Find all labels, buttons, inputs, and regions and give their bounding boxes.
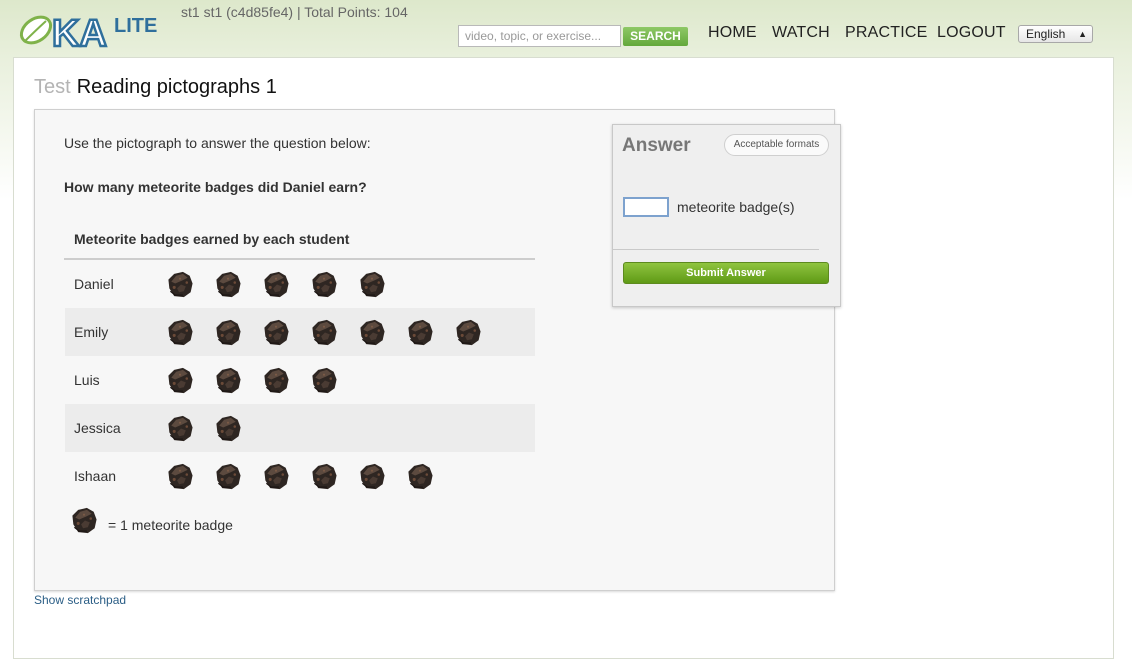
- meteorite-icon: [165, 462, 195, 491]
- svg-text:KA: KA: [52, 13, 107, 50]
- pictograph-key: = 1 meteorite badge: [108, 517, 233, 533]
- meteorite-icon: [309, 270, 339, 299]
- language-select[interactable]: English ▲︎: [1018, 25, 1093, 43]
- leaf-icon: [19, 15, 53, 45]
- meteorite-icon: [261, 462, 291, 491]
- answer-unit: meteorite badge(s): [677, 199, 795, 215]
- page-title-prefix: Test: [34, 76, 71, 98]
- pictograph-row: Jessica: [65, 404, 535, 452]
- nav-practice[interactable]: PRACTICE: [845, 24, 928, 42]
- meteorite-icon: [213, 270, 243, 299]
- student-name: Luis: [74, 372, 100, 388]
- question-text: How many meteorite badges did Daniel ear…: [64, 179, 367, 195]
- meteorite-icon: [357, 462, 387, 491]
- meteorite-icon: [261, 366, 291, 395]
- submit-answer-button[interactable]: Submit Answer: [623, 262, 829, 284]
- meteorite-icon: [261, 270, 291, 299]
- meteorite-icon: [165, 270, 195, 299]
- nav-logout[interactable]: LOGOUT: [937, 24, 1006, 42]
- pictograph-row: Daniel: [65, 260, 535, 308]
- search-button[interactable]: SEARCH: [623, 27, 688, 46]
- user-info: st1 st1 (c4d85fe4) | Total Points: 104: [181, 4, 408, 20]
- meteorite-icon: [165, 366, 195, 395]
- nav-watch[interactable]: WATCH: [772, 24, 830, 42]
- meteorite-icon: [261, 318, 291, 347]
- meteorite-icon: [405, 318, 435, 347]
- pictograph-row: Luis: [65, 356, 535, 404]
- answer-title: Answer: [622, 135, 691, 156]
- pictograph-title: Meteorite badges earned by each student: [74, 231, 350, 247]
- svg-text:LITE: LITE: [114, 15, 157, 37]
- meteorite-icon: [69, 506, 99, 535]
- meteorite-icon: [357, 270, 387, 299]
- meteorite-icon: [165, 414, 195, 443]
- question-intro: Use the pictograph to answer the questio…: [64, 135, 371, 151]
- student-name: Jessica: [74, 420, 121, 436]
- page-title: Test Reading pictographs 1: [34, 76, 277, 99]
- meteorite-icon: [309, 462, 339, 491]
- language-value: English: [1026, 27, 1066, 41]
- ka-lite-logo[interactable]: KA LITE: [16, 8, 168, 56]
- meteorite-icon: [213, 318, 243, 347]
- student-name: Daniel: [74, 276, 114, 292]
- meteorite-icon: [213, 366, 243, 395]
- page-title-text: Reading pictographs 1: [76, 76, 277, 98]
- pictograph-row: Ishaan: [65, 452, 535, 500]
- meteorite-icon: [213, 414, 243, 443]
- meteorite-icon: [453, 318, 483, 347]
- student-name: Ishaan: [74, 468, 117, 484]
- nav-home[interactable]: HOME: [708, 24, 757, 42]
- show-scratchpad-link[interactable]: Show scratchpad: [34, 593, 126, 607]
- meteorite-icon: [309, 366, 339, 395]
- select-arrows-icon: ▲︎: [1078, 29, 1087, 39]
- pictograph-row: Emily: [65, 308, 535, 356]
- meteorite-icon: [165, 318, 195, 347]
- meteorite-icon: [405, 462, 435, 491]
- answer-input[interactable]: [623, 197, 669, 217]
- meteorite-icon: [309, 318, 339, 347]
- acceptable-formats-button[interactable]: Acceptable formats: [724, 134, 829, 156]
- meteorite-icon: [357, 318, 387, 347]
- answer-divider: [613, 249, 819, 250]
- student-name: Emily: [74, 324, 109, 340]
- search-input[interactable]: [458, 25, 621, 47]
- meteorite-icon: [213, 462, 243, 491]
